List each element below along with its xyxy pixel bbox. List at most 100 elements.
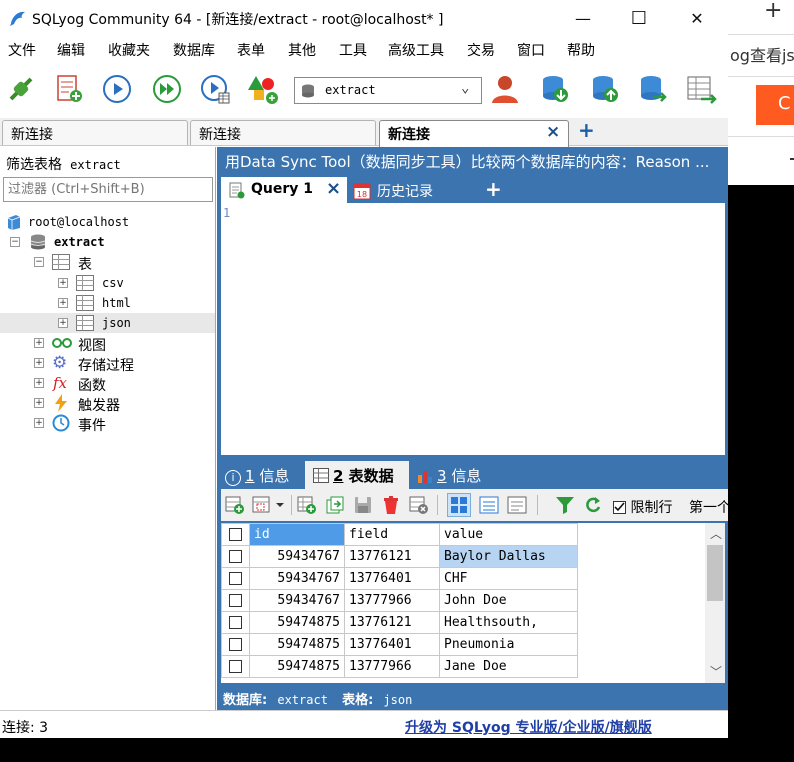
table-row[interactable]: 59434767 13777966 John Doe	[221, 589, 578, 612]
cell-id[interactable]: 59474875	[249, 633, 345, 656]
close-tab-icon[interactable]: ×	[546, 122, 560, 142]
cell-id[interactable]: 59474875	[249, 655, 345, 678]
close-query-tab-icon[interactable]: ×	[326, 178, 341, 199]
scroll-up-icon[interactable]: ︿	[710, 525, 722, 542]
cell-id[interactable]: 59434767	[249, 545, 345, 568]
tree-tables-folder[interactable]: − 表	[0, 252, 215, 273]
expand-icon[interactable]: +	[34, 338, 44, 348]
row-checkbox[interactable]	[229, 660, 242, 673]
cell-value[interactable]: CHF	[439, 567, 578, 590]
import-table-icon[interactable]	[684, 72, 718, 106]
menu-advanced-tools[interactable]: 高级工具	[388, 40, 444, 60]
cell-field[interactable]: 13777966	[344, 589, 440, 612]
row-checkbox[interactable]	[229, 572, 242, 585]
tree-functions[interactable]: + fx 函数	[0, 373, 215, 394]
upgrade-link[interactable]: 升级为 SQLyog 专业版/企业版/旗舰版	[405, 717, 652, 737]
cell-value[interactable]: Pneumonia	[439, 633, 578, 656]
connection-tab-3[interactable]: 新连接 ×	[379, 120, 569, 147]
add-connection-tab-icon[interactable]: +	[578, 118, 595, 142]
expand-icon[interactable]: +	[34, 398, 44, 408]
text-view-icon[interactable]	[505, 493, 529, 517]
sync-database-icon[interactable]	[636, 72, 670, 106]
scrollbar-thumb[interactable]	[707, 545, 723, 601]
cell-value[interactable]: Healthsouth,	[439, 611, 578, 634]
grid-view-icon[interactable]	[447, 493, 471, 517]
delete-icon[interactable]	[379, 493, 403, 517]
table-row[interactable]: 59474875 13776121 Healthsouth,	[221, 611, 578, 634]
row-checkbox[interactable]	[229, 638, 242, 651]
new-connection-icon[interactable]	[4, 72, 38, 106]
execute-all-icon[interactable]	[150, 72, 184, 106]
limit-rows-checkbox[interactable]	[613, 500, 626, 514]
menu-help[interactable]: 帮助	[567, 40, 595, 60]
cell-field[interactable]: 13776401	[344, 567, 440, 590]
result-tab-messages[interactable]: i1 信息	[225, 465, 289, 486]
menu-favorites[interactable]: 收藏夹	[108, 40, 150, 60]
expand-icon[interactable]: +	[58, 298, 68, 308]
connection-tab-1[interactable]: 新连接	[2, 120, 188, 145]
cell-field[interactable]: 13776121	[344, 611, 440, 634]
scroll-down-icon[interactable]: ﹀	[710, 663, 722, 680]
cell-field[interactable]: 13777966	[344, 655, 440, 678]
menu-edit[interactable]: 编辑	[57, 40, 85, 60]
sql-editor[interactable]: 1	[221, 203, 725, 455]
row-options-icon[interactable]	[251, 493, 287, 517]
cell-value[interactable]: Baylor Dallas	[439, 545, 578, 568]
maximize-button[interactable]: ☐	[616, 0, 662, 36]
history-tab[interactable]: 18 历史记录	[351, 177, 461, 203]
column-header-id[interactable]: id	[249, 523, 345, 546]
menu-window[interactable]: 窗口	[517, 40, 545, 60]
table-row[interactable]: 59474875 13776401 Pneumonia	[221, 633, 578, 656]
cell-value[interactable]: John Doe	[439, 589, 578, 612]
refresh-icon[interactable]	[581, 493, 605, 517]
cell-value[interactable]: Jane Doe	[439, 655, 578, 678]
clear-grid-icon[interactable]	[407, 493, 431, 517]
menu-other[interactable]: 其他	[288, 40, 316, 60]
vertical-scrollbar[interactable]: ︿ ﹀	[705, 523, 725, 683]
tree-table-csv[interactable]: + csv	[0, 273, 215, 293]
table-row[interactable]: 59434767 13776401 CHF	[221, 567, 578, 590]
tree-views[interactable]: + 视图	[0, 333, 215, 354]
close-button[interactable]: ✕	[674, 0, 720, 36]
column-header-field[interactable]: field	[344, 523, 440, 546]
expand-icon[interactable]: +	[34, 358, 44, 368]
tree-events[interactable]: + 事件	[0, 413, 215, 434]
result-tab-table-data[interactable]: 2 表数据	[305, 461, 409, 489]
new-query-icon[interactable]	[52, 72, 86, 106]
user-manager-icon[interactable]	[488, 72, 522, 106]
promo-banner[interactable]: 用Data Sync Tool（数据同步工具）比较两个数据库的内容：Reason…	[217, 147, 728, 175]
filter-icon[interactable]	[553, 493, 577, 517]
tree-table-json[interactable]: + json	[0, 313, 215, 333]
table-row[interactable]: 59434767 13776121 Baylor Dallas	[221, 545, 578, 568]
row-checkbox[interactable]	[229, 616, 242, 629]
select-all-checkbox[interactable]	[229, 528, 242, 541]
cell-id[interactable]: 59434767	[249, 567, 345, 590]
database-selector[interactable]: extract ⌄	[294, 77, 482, 104]
tree-triggers[interactable]: + 触发器	[0, 393, 215, 414]
tree-database[interactable]: − extract	[0, 232, 215, 252]
filter-input[interactable]	[3, 177, 213, 202]
row-checkbox[interactable]	[229, 594, 242, 607]
column-header-value[interactable]: value	[439, 523, 578, 546]
cell-field[interactable]: 13776401	[344, 633, 440, 656]
cell-id[interactable]: 59474875	[249, 611, 345, 634]
save-icon[interactable]	[351, 493, 375, 517]
menu-transaction[interactable]: 交易	[467, 40, 495, 60]
tree-host[interactable]: root@localhost	[0, 212, 215, 232]
cell-field[interactable]: 13776121	[344, 545, 440, 568]
schema-designer-icon[interactable]	[246, 72, 280, 106]
tree-procedures[interactable]: + ⚙ 存储过程	[0, 353, 215, 374]
expand-icon[interactable]: +	[34, 418, 44, 428]
add-record-icon[interactable]	[295, 493, 319, 517]
query-tab[interactable]: Query 1 ×	[221, 177, 347, 203]
collapse-icon[interactable]: −	[10, 237, 20, 247]
row-checkbox[interactable]	[229, 550, 242, 563]
select-all-cell[interactable]	[221, 523, 250, 546]
menu-table[interactable]: 表单	[237, 40, 265, 60]
data-grid[interactable]: id field value 59434767 13776121 Baylor …	[221, 523, 725, 683]
collapse-icon[interactable]: −	[34, 257, 44, 267]
execute-query-icon[interactable]	[100, 72, 134, 106]
menu-tools[interactable]: 工具	[339, 40, 367, 60]
expand-icon[interactable]: +	[34, 378, 44, 388]
add-query-tab-icon[interactable]: +	[485, 177, 502, 201]
